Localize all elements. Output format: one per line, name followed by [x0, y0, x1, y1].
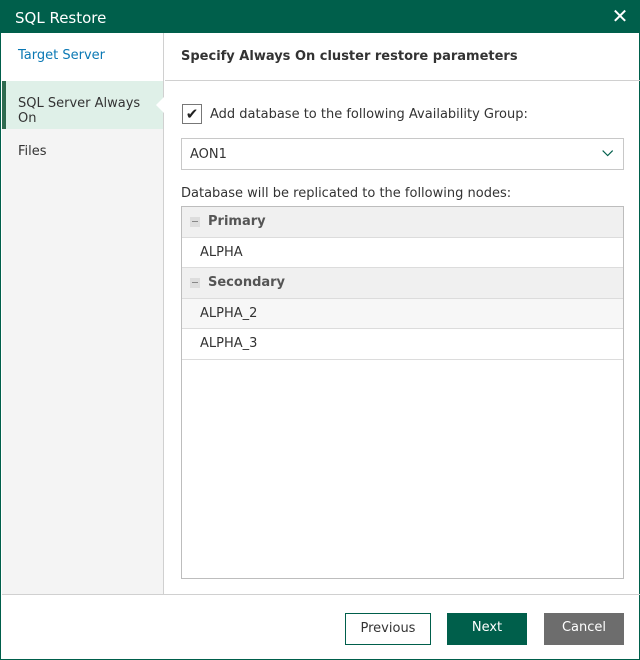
page-title: Specify Always On cluster restore parame…: [165, 33, 640, 81]
group-label: Primary: [208, 214, 266, 230]
collapse-icon[interactable]: [190, 277, 200, 288]
previous-button[interactable]: Previous: [345, 613, 431, 645]
nodes-list: Primary ALPHA Secondary ALPHA_2 ALPHA_3: [181, 206, 624, 579]
step-target-server[interactable]: Target Server: [2, 33, 163, 81]
collapse-icon[interactable]: [190, 216, 200, 227]
step-sql-server-always-on[interactable]: SQL Server Always On: [2, 81, 164, 129]
nodes-label: Database will be replicated to the follo…: [181, 186, 512, 201]
add-to-ag-label: Add database to the following Availabili…: [210, 106, 528, 122]
group-label: Secondary: [208, 275, 286, 291]
cancel-button[interactable]: Cancel: [544, 613, 624, 645]
list-item[interactable]: ALPHA: [182, 238, 623, 268]
next-button[interactable]: Next: [447, 613, 527, 645]
availability-group-value: AON1: [190, 147, 227, 162]
step-files[interactable]: Files: [2, 129, 163, 177]
close-icon[interactable]: ✕: [609, 5, 631, 27]
title-bar: SQL Restore ✕: [1, 1, 640, 33]
list-item[interactable]: ALPHA_3: [182, 329, 623, 360]
list-item[interactable]: ALPHA_2: [182, 298, 623, 329]
add-to-ag-checkbox[interactable]: ✔: [182, 104, 202, 124]
wizard-steps: Target Server SQL Server Always On Files: [2, 33, 164, 594]
add-to-ag-checkbox-row[interactable]: ✔ Add database to the following Availabi…: [182, 104, 528, 124]
group-secondary[interactable]: Secondary: [182, 268, 623, 299]
checkmark-icon: ✔: [185, 105, 199, 123]
chevron-down-icon: ⌵: [602, 144, 613, 160]
footer: Previous Next Cancel: [2, 594, 640, 660]
sql-restore-dialog: SQL Restore ✕ Target Server SQL Server A…: [0, 0, 640, 660]
group-primary[interactable]: Primary: [182, 207, 623, 238]
window-title: SQL Restore: [15, 9, 107, 27]
availability-group-select[interactable]: AON1 ⌵: [181, 138, 624, 170]
